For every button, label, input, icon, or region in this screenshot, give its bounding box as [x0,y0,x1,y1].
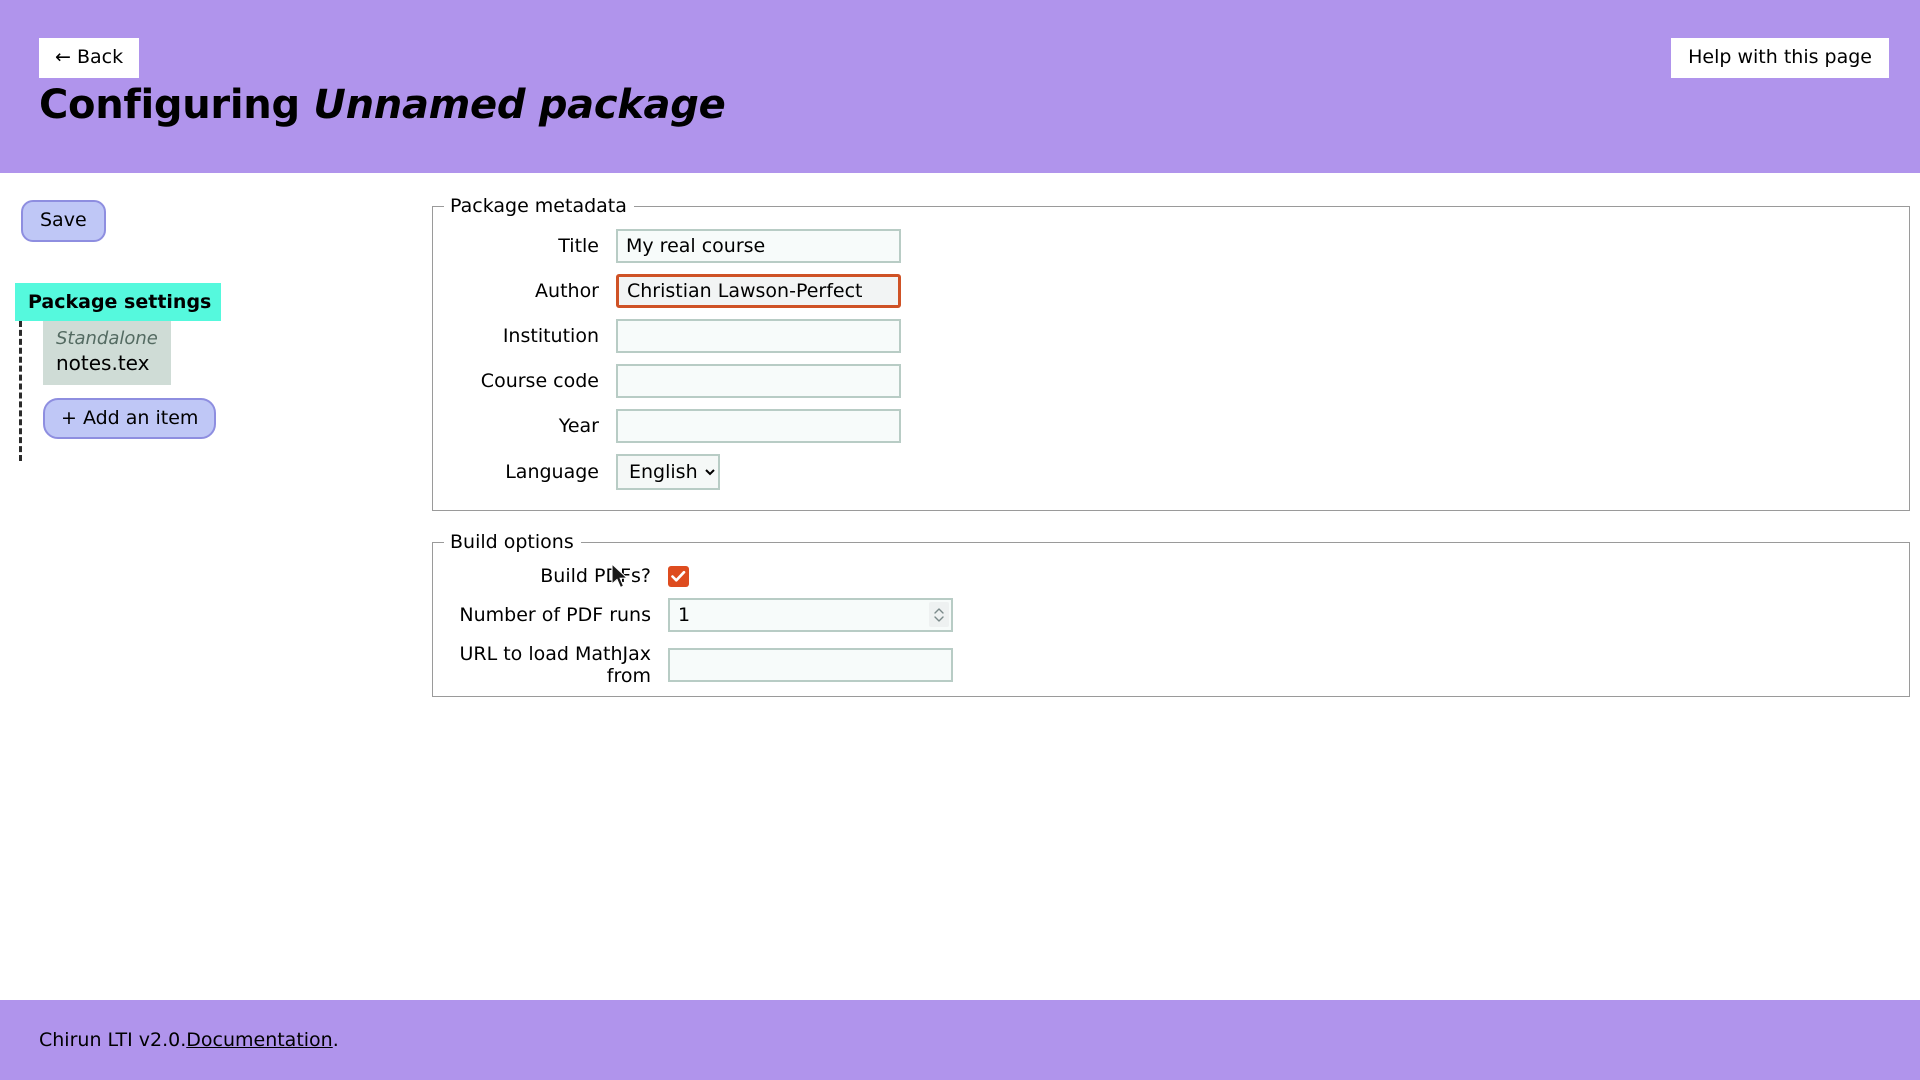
chevron-down-icon[interactable] [933,615,945,623]
build-options-section: Build options Build PDFs? Number of PDF … [432,531,1910,697]
institution-label: Institution [502,325,599,347]
field-row-build-pdfs: Build PDFs? [433,565,1909,587]
title-input[interactable] [616,229,901,263]
year-input[interactable] [616,409,901,443]
build-pdfs-checkbox[interactable] [668,565,689,587]
package-metadata-legend: Package metadata [450,195,627,217]
course-code-label: Course code [480,370,599,392]
footer-text-after: . [332,1029,339,1051]
pdf-runs-label: Number of PDF runs [459,604,651,626]
package-item-tree: Standalone notes.tex + Add an item [19,321,219,462]
field-row-pdf-runs: Number of PDF runs [433,598,1909,632]
language-label: Language [505,461,599,483]
list-item-filename: notes.tex [56,350,150,375]
course-code-input[interactable] [616,364,901,398]
footer-text-before: Chirun LTI v2.0. [39,1029,187,1051]
field-row-institution: Institution [433,319,1909,353]
field-row-mathjax-url: URL to load MathJax from [433,643,1909,687]
author-label: Author [535,280,599,302]
language-select[interactable]: English [616,454,720,490]
list-item-kind: Standalone [56,328,158,349]
page-header: ← Back Help with this page Configuring U… [0,0,1920,173]
field-row-title: Title [433,229,1909,263]
mathjax-url-input[interactable] [668,648,953,682]
spinner-buttons[interactable] [929,602,949,627]
field-row-language: Language English [433,454,1909,490]
package-metadata-section: Package metadata Title Author Institutio… [432,195,1910,511]
help-with-this-page-button[interactable]: Help with this page [1671,38,1889,78]
checkmark-icon [671,570,686,582]
page-title-package-name: Unnamed package [313,82,726,128]
author-input[interactable] [616,274,901,308]
field-row-course-code: Course code [433,364,1909,398]
pdf-runs-input[interactable] [668,598,953,632]
list-item[interactable]: Standalone notes.tex [43,321,171,385]
mathjax-url-label: URL to load MathJax from [459,643,651,687]
build-pdfs-label: Build PDFs? [540,565,651,587]
page-title-prefix: Configuring [39,82,314,128]
year-label: Year [558,415,599,437]
chevron-up-icon[interactable] [933,607,945,615]
sidebar-item-package-settings-label: Package settings [28,291,212,313]
sidebar-item-package-settings[interactable]: Package settings [15,283,221,321]
title-label: Title [558,235,599,257]
save-button[interactable]: Save [21,200,106,242]
build-options-legend: Build options [450,531,574,553]
institution-input[interactable] [616,319,901,353]
field-row-year: Year [433,409,1909,443]
back-button[interactable]: ← Back [39,38,140,78]
field-row-author: Author [433,274,1909,308]
documentation-link[interactable]: Documentation [186,1029,332,1051]
pdf-runs-stepper [668,598,953,632]
add-an-item-button[interactable]: + Add an item [43,397,217,440]
main-form: Package metadata Title Author Institutio… [432,173,1910,717]
page-footer: Chirun LTI v2.0. Documentation. [0,1000,1920,1080]
page-title: Configuring Unnamed package [39,82,726,128]
